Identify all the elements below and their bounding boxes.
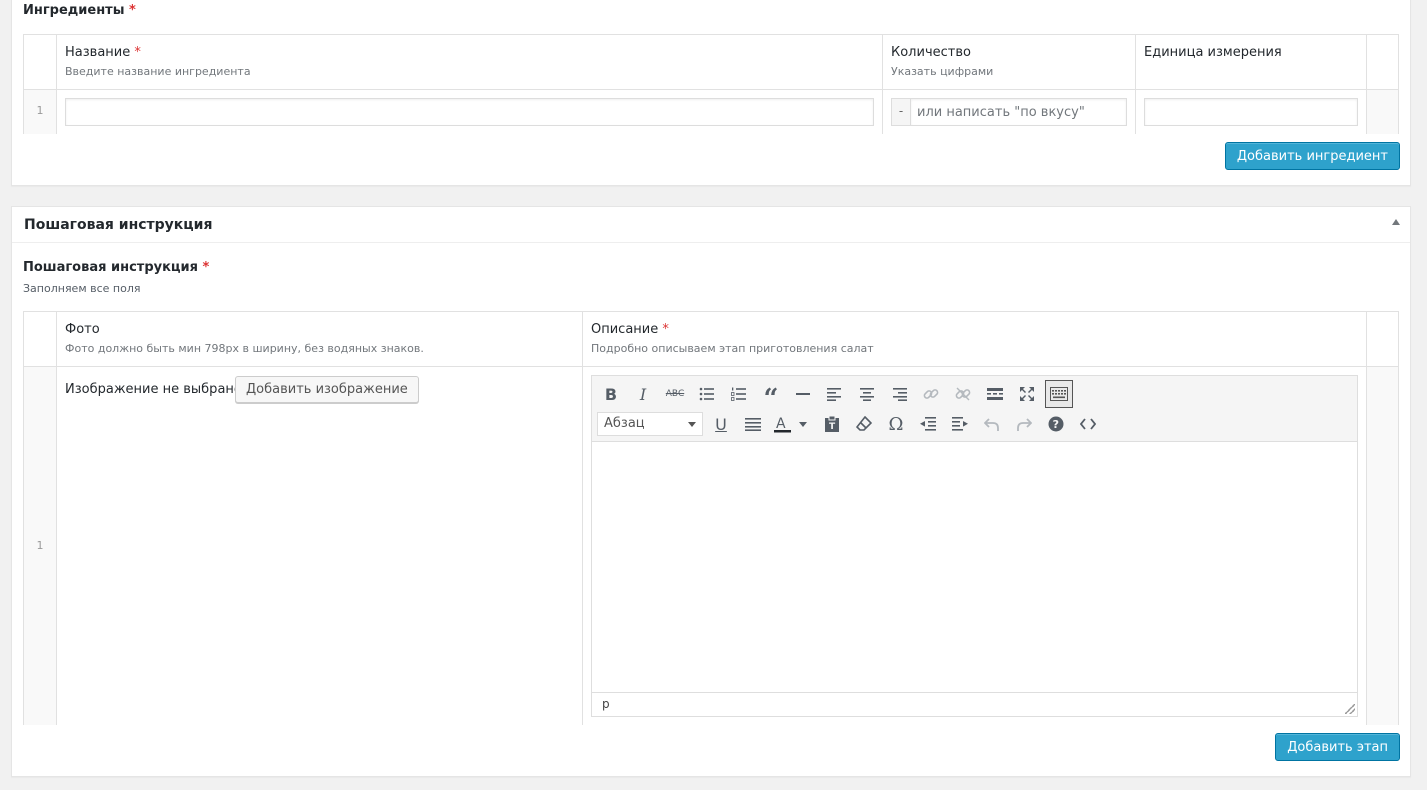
order-header-cell — [24, 35, 57, 89]
element-path[interactable]: p — [602, 697, 610, 711]
add-ingredient-button[interactable]: Добавить ингредиент — [1224, 142, 1400, 170]
steps-header-row: Фото Фото должно быть мин 798px в ширину… — [24, 312, 1398, 367]
underline-icon[interactable]: U — [707, 410, 735, 438]
collapse-arrow-icon[interactable] — [1392, 219, 1400, 225]
blockquote-icon[interactable]: “ — [757, 380, 785, 412]
ingredients-label-text: Ингредиенты — [23, 3, 125, 18]
steps-box-title: Пошаговая инструкция — [24, 217, 213, 233]
indent-icon[interactable] — [946, 410, 974, 438]
steps-label: Пошаговая инструкция * — [23, 260, 209, 275]
quantity-column-desc: Указать цифрами — [891, 65, 994, 78]
ingredient-quantity-cell: - — [883, 90, 1136, 134]
add-image-button[interactable]: Добавить изображение — [235, 376, 419, 403]
svg-text:T: T — [829, 422, 836, 432]
numbered-list-icon[interactable] — [725, 380, 753, 408]
quantity-prepend: - — [891, 98, 911, 126]
step-photo-cell: Изображение не выбрано Добавить изображе… — [57, 367, 583, 725]
toolbar-toggle-icon[interactable] — [1045, 380, 1073, 408]
unlink-icon[interactable] — [949, 380, 977, 408]
ingredient-quantity-input[interactable] — [910, 98, 1127, 126]
order-header-cell — [24, 312, 57, 366]
step-row: 1 Изображение не выбрано Добавить изобра… — [24, 367, 1398, 725]
strikethrough-icon[interactable]: ABC — [661, 380, 689, 408]
resize-handle-icon[interactable] — [1345, 704, 1355, 714]
name-column-title: Название * — [65, 45, 141, 60]
ingredients-postbox: Ингредиенты * Название * Введите названи… — [11, 0, 1411, 186]
align-right-icon[interactable] — [885, 380, 913, 408]
ingredient-name-cell — [57, 90, 883, 134]
steps-repeater: Фото Фото должно быть мин 798px в ширину… — [23, 311, 1399, 725]
required-mark: * — [129, 3, 136, 18]
outdent-icon[interactable] — [914, 410, 942, 438]
name-column-desc: Введите название ингредиента — [65, 65, 251, 78]
svg-text:?: ? — [1053, 418, 1059, 431]
steps-box-header[interactable]: Пошаговая инструкция — [12, 207, 1410, 243]
row-order-cell[interactable]: 1 — [24, 90, 57, 134]
format-select[interactable]: Абзац — [597, 412, 703, 436]
row-actions-cell[interactable] — [1367, 367, 1398, 725]
fullscreen-icon[interactable] — [1013, 380, 1041, 408]
row-number: 1 — [36, 104, 44, 117]
actions-header-cell — [1367, 312, 1398, 366]
read-more-icon[interactable] — [981, 380, 1009, 408]
image-status-text: Изображение не выбрано — [65, 382, 242, 397]
required-mark: * — [662, 322, 669, 337]
format-select-value: Абзац — [604, 416, 645, 431]
name-column-title-text: Название — [65, 45, 131, 60]
clear-formatting-icon[interactable] — [850, 410, 878, 438]
text-color-icon[interactable]: A — [771, 410, 811, 438]
editor-statusbar: p — [592, 692, 1357, 716]
name-header-cell: Название * Введите название ингредиента — [57, 35, 883, 89]
photo-column-title: Фото — [65, 322, 100, 337]
editor-content-area[interactable] — [592, 442, 1357, 692]
ingredients-header-row: Название * Введите название ингредиента … — [24, 35, 1398, 90]
photo-column-desc: Фото должно быть мин 798px в ширину, без… — [65, 342, 424, 355]
row-actions-cell[interactable] — [1367, 90, 1398, 134]
bullet-list-icon[interactable] — [693, 380, 721, 408]
align-center-icon[interactable] — [853, 380, 881, 408]
row-order-cell[interactable]: 1 — [24, 367, 57, 725]
description-column-desc: Подробно описываем этап приготовления са… — [591, 342, 874, 355]
redo-icon[interactable] — [1010, 410, 1038, 438]
justify-icon[interactable] — [739, 410, 767, 438]
ingredient-unit-input[interactable] — [1144, 98, 1358, 126]
wysiwyg-editor: B I ABC “ Абзац U A T Ω ? p — [591, 375, 1358, 717]
horizontal-rule-icon[interactable] — [789, 380, 817, 408]
description-header-cell: Описание * Подробно описываем этап приго… — [583, 312, 1367, 366]
align-left-icon[interactable] — [821, 380, 849, 408]
link-icon[interactable] — [917, 380, 945, 408]
required-mark: * — [202, 260, 210, 275]
steps-postbox: Пошаговая инструкция Пошаговая инструкци… — [11, 206, 1411, 777]
quantity-header-cell: Количество Указать цифрами — [883, 35, 1136, 89]
editor-toolbar: B I ABC “ Абзац U A T Ω ? — [592, 376, 1357, 442]
code-icon[interactable] — [1074, 410, 1102, 438]
special-char-icon[interactable]: Ω — [882, 410, 910, 438]
actions-header-cell — [1367, 35, 1398, 89]
chevron-down-icon — [688, 422, 696, 427]
ingredient-row: 1 - — [24, 90, 1398, 134]
svg-text:A: A — [776, 416, 786, 432]
italic-icon[interactable]: I — [629, 380, 657, 408]
ingredient-unit-cell — [1136, 90, 1367, 134]
help-icon[interactable]: ? — [1042, 410, 1070, 438]
add-step-button[interactable]: Добавить этап — [1275, 733, 1400, 761]
step-description-cell: B I ABC “ Абзац U A T Ω ? p — [583, 367, 1367, 725]
ingredients-label: Ингредиенты * — [23, 3, 136, 18]
undo-icon[interactable] — [978, 410, 1006, 438]
quantity-column-title: Количество — [891, 45, 971, 60]
steps-label-text: Пошаговая инструкция — [23, 260, 199, 275]
steps-description: Заполняем все поля — [23, 282, 141, 295]
row-number: 1 — [36, 539, 44, 552]
unit-header-cell: Единица измерения — [1136, 35, 1367, 89]
description-column-title: Описание * — [591, 322, 669, 337]
photo-header-cell: Фото Фото должно быть мин 798px в ширину… — [57, 312, 583, 366]
ingredient-name-input[interactable] — [65, 98, 874, 126]
required-mark: * — [134, 45, 141, 60]
paste-text-icon[interactable]: T — [818, 410, 846, 438]
description-column-title-text: Описание — [591, 322, 659, 337]
unit-column-title: Единица измерения — [1144, 45, 1282, 60]
bold-icon[interactable]: B — [597, 380, 625, 408]
ingredients-repeater: Название * Введите название ингредиента … — [23, 34, 1399, 134]
